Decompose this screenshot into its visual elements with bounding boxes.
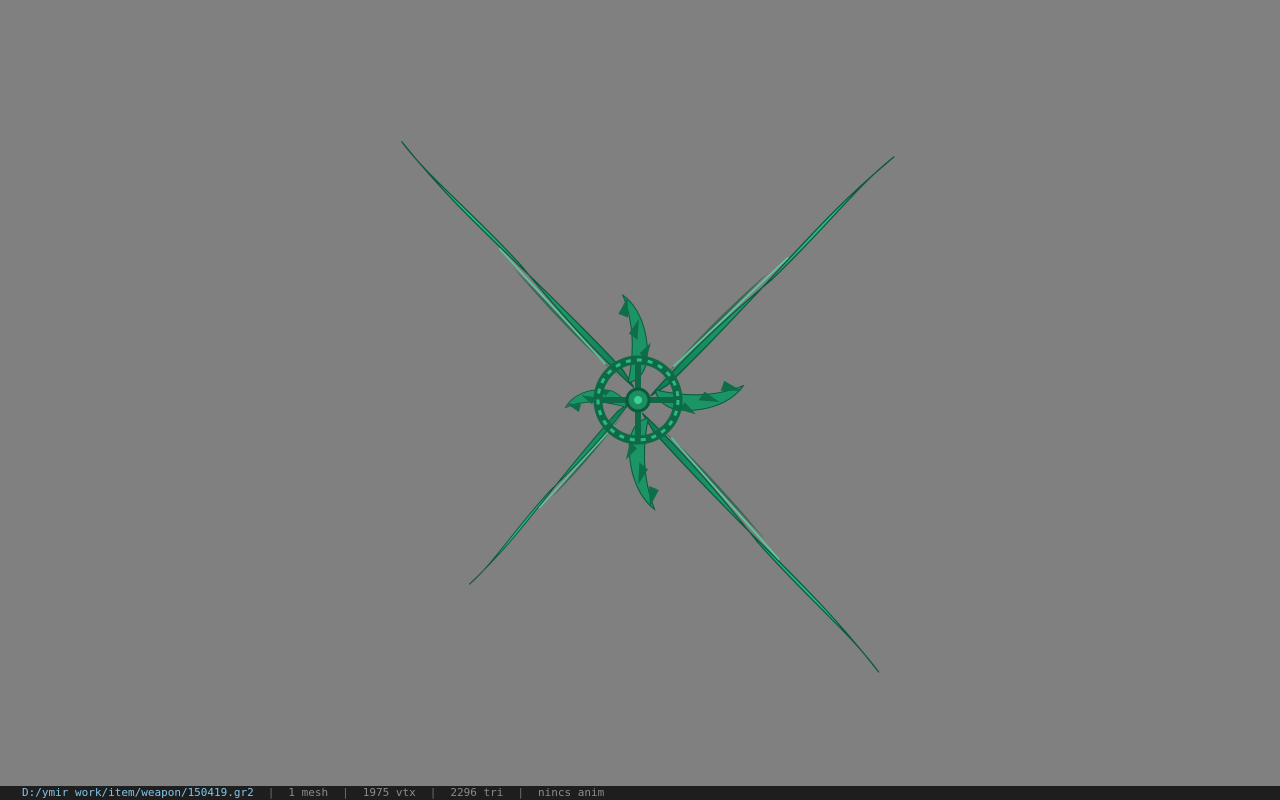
model-viewport[interactable] (0, 0, 1280, 786)
vertex-count-label: 1975 vtx (362, 786, 416, 799)
weapon-model (400, 86, 952, 728)
status-separator: | (429, 786, 437, 799)
triangle-count-label: 2296 tri (450, 786, 504, 799)
file-path-label: D:/ymir work/item/weapon/150419.gr2 (22, 786, 254, 799)
status-separator: | (267, 786, 275, 799)
animation-label: nincs anim (538, 786, 605, 799)
mesh-count-label: 1 mesh (288, 786, 329, 799)
status-separator: | (342, 786, 349, 799)
status-separator: | (517, 786, 525, 799)
status-bar: D:/ymir work/item/weapon/150419.gr2 | 1 … (0, 786, 1280, 800)
